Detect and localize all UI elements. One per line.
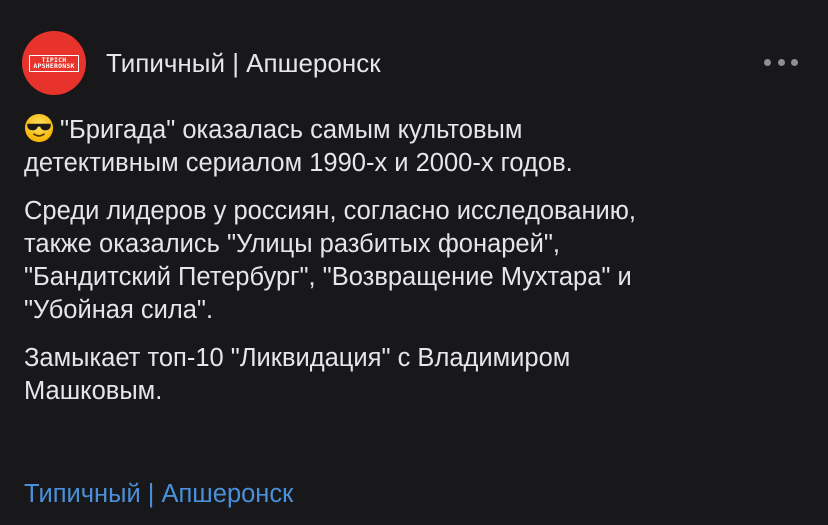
more-options-button[interactable] <box>764 52 798 72</box>
smiling-face-with-sunglasses-icon <box>24 113 54 143</box>
post-paragraph-2: Среди лидеров у россиян, согласно исслед… <box>24 195 804 327</box>
avatar-logo: TIPICH APSHERONSK <box>29 54 79 72</box>
post-line: детективным сериалом 1990-х и 2000-х год… <box>24 149 573 177</box>
post-line: Среди лидеров у россиян, согласно исслед… <box>24 197 637 225</box>
post-paragraph-3: Замыкает топ-10 "Ликвидация" с Владимиро… <box>24 342 804 408</box>
post-text: "Бригада" оказалась самым культовым дете… <box>24 113 804 423</box>
channel-link[interactable]: Типичный | Апшеронск <box>24 478 293 511</box>
post-line: Машковым. <box>24 377 163 405</box>
post-line: "Убойная сила". <box>24 296 214 324</box>
more-horizontal-icon <box>777 58 785 66</box>
more-horizontal-icon <box>791 58 798 66</box>
channel-avatar[interactable]: TIPICH APSHERONSK <box>22 31 86 95</box>
post-paragraph-1: "Бригада" оказалась самым культовым дете… <box>24 113 804 180</box>
post-line: "Бригада" оказалась самым культовым <box>60 116 523 144</box>
avatar-logo-line2: APSHERONSK <box>33 62 75 70</box>
post-card: TIPICH APSHERONSK Типичный | Апшеронск "… <box>0 0 828 525</box>
post-line: Замыкает топ-10 "Ликвидация" с Владимиро… <box>24 344 571 372</box>
channel-name[interactable]: Типичный | Апшеронск <box>106 48 381 79</box>
more-horizontal-icon <box>764 58 771 66</box>
post-header: TIPICH APSHERONSK Типичный | Апшеронск <box>22 30 381 96</box>
post-line: также оказались "Улицы разбитых фонарей"… <box>24 230 560 258</box>
post-line: "Бандитский Петербург", "Возвращение Мух… <box>24 263 632 291</box>
